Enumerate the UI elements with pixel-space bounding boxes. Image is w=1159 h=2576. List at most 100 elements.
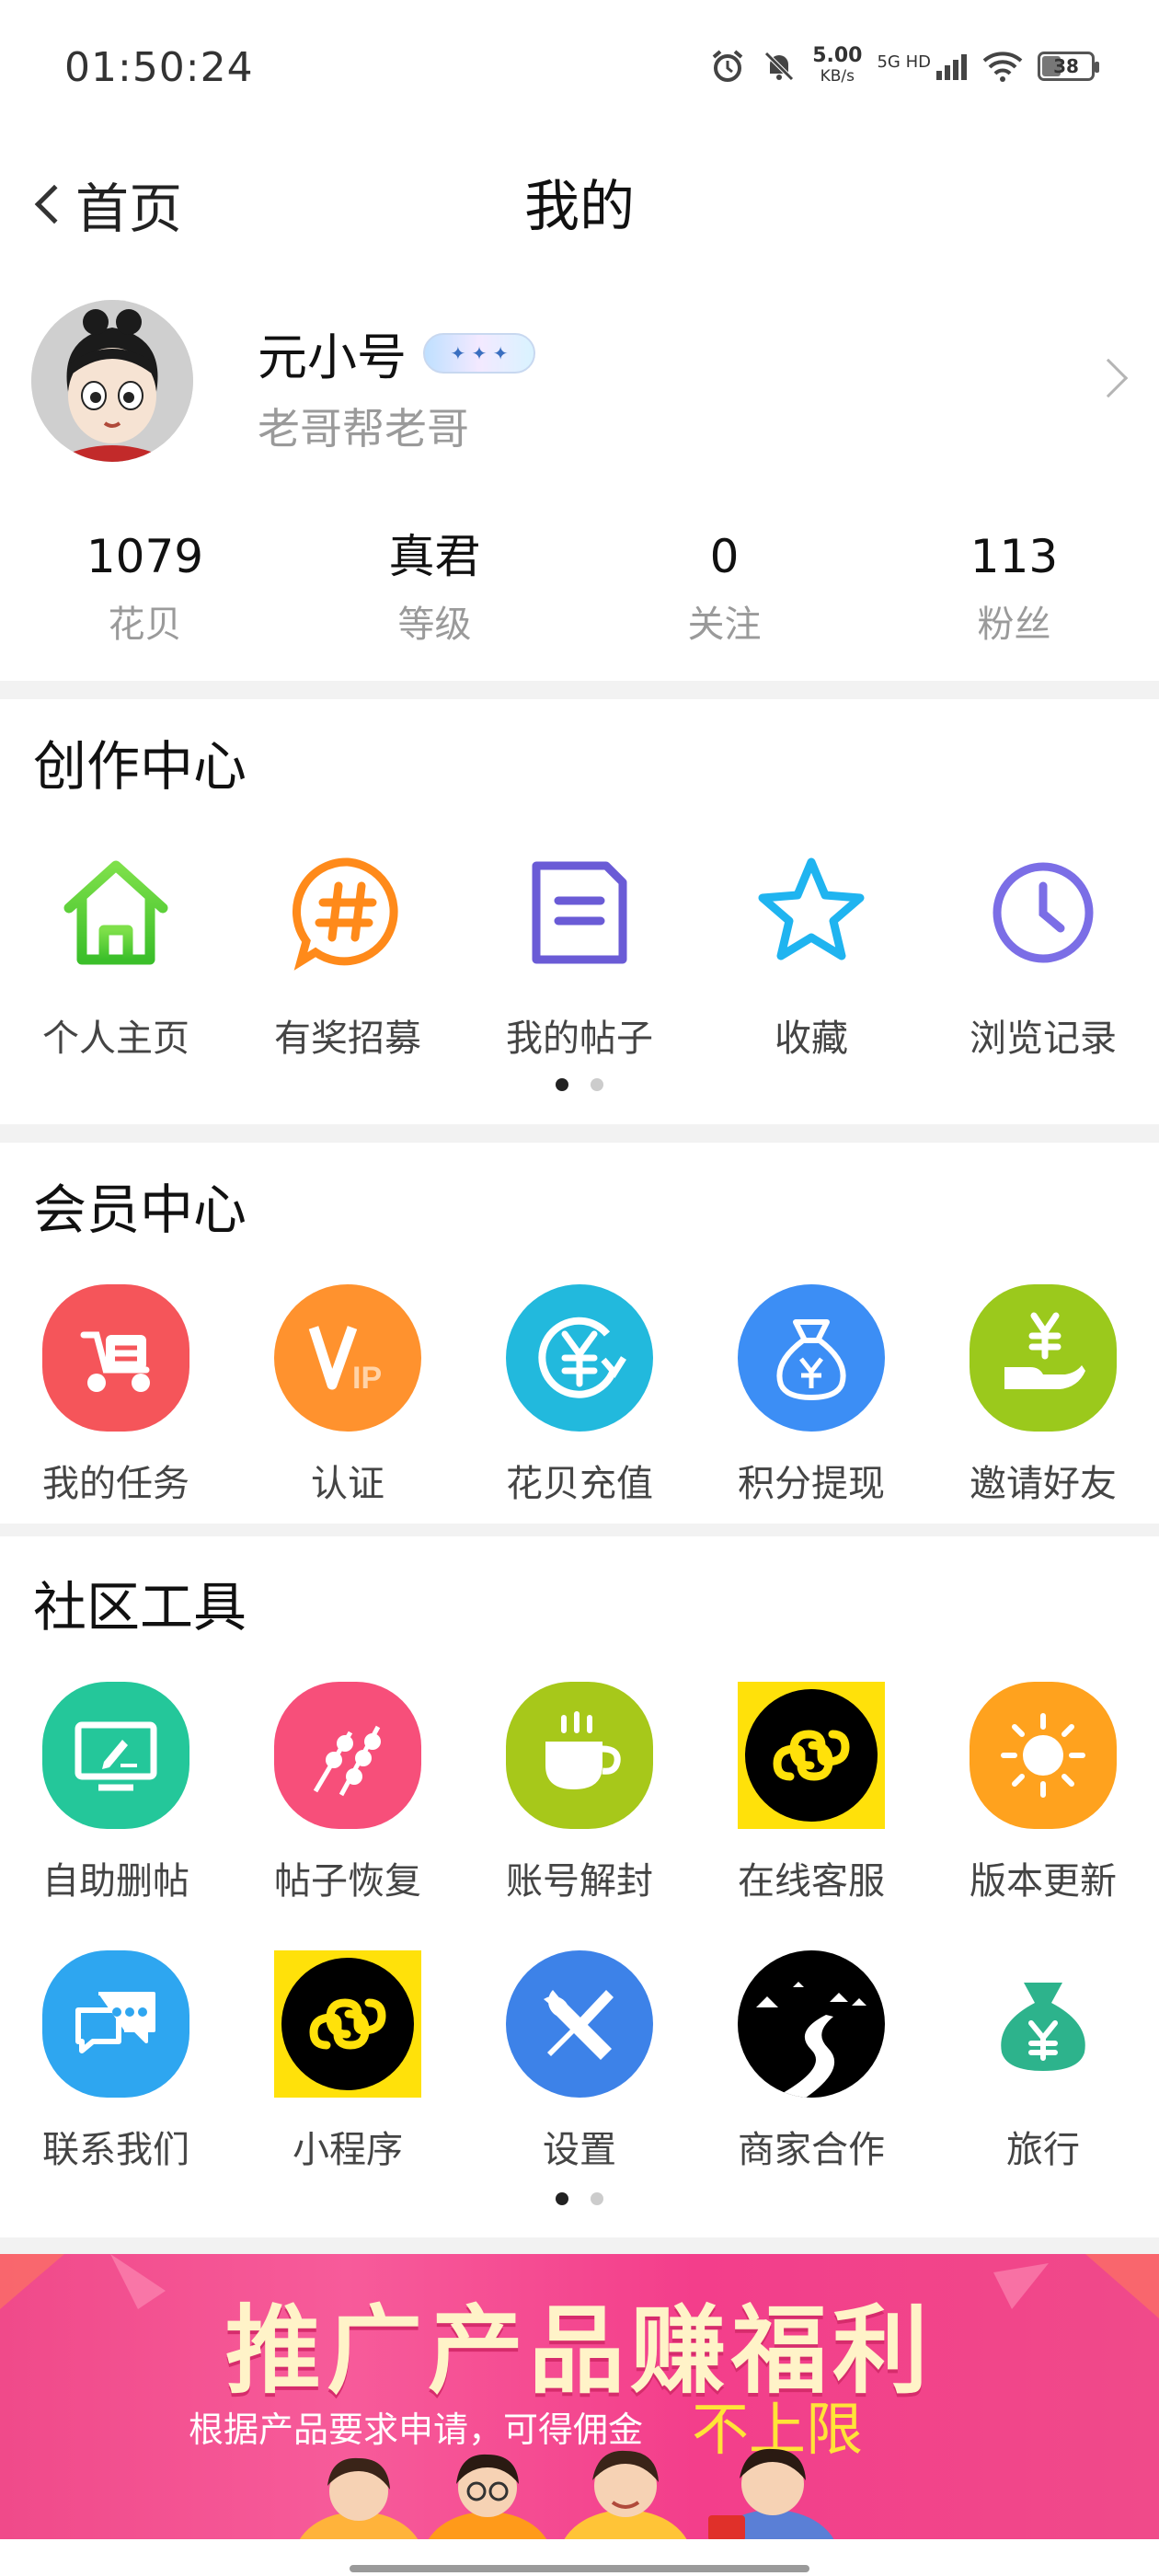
grid-item-label: 我的任务 (42, 1463, 189, 1505)
money-bag-icon (968, 1949, 1119, 2099)
grid-item-verify[interactable]: IP 认证 (232, 1282, 464, 1507)
chevron-right-icon (1088, 358, 1129, 398)
section-divider (0, 1524, 1159, 1536)
yuan-refresh-icon (506, 1284, 653, 1432)
grid-item-my-posts[interactable]: 我的帖子 (464, 837, 695, 1062)
grid-item-homepage[interactable]: 个人主页 (0, 837, 232, 1062)
stat-fans[interactable]: 113 粉丝 (869, 524, 1159, 653)
mini-program-icon (274, 1950, 421, 2098)
sun-icon (970, 1682, 1117, 1829)
wrench-screwdriver-icon (506, 1950, 653, 2098)
status-time: 01:50:24 (64, 44, 254, 91)
people-illustration (299, 2448, 834, 2539)
page-dot-active (556, 2192, 568, 2205)
section-divider (0, 1124, 1159, 1143)
grid-item-version-update[interactable]: 版本更新 (927, 1680, 1159, 1904)
nav-bar: 首页 我的 (0, 138, 1159, 258)
clock-icon (968, 837, 1119, 988)
section-title-member: 会员中心 (33, 1179, 247, 1241)
status-bar: 01:50:24 5.00 KB/s 5G HD 38 (0, 0, 1159, 138)
grid-item-invite[interactable]: 邀请好友 (927, 1282, 1159, 1507)
stat-label: 关注 (687, 604, 762, 646)
grid-item-recharge[interactable]: 花贝充值 (464, 1282, 695, 1507)
grid-item-withdraw[interactable]: 积分提现 (695, 1282, 927, 1507)
section-title-creation: 创作中心 (33, 735, 247, 798)
road-icon (738, 1950, 885, 2098)
stat-level[interactable]: 真君 等级 (290, 524, 580, 653)
star-icon (736, 837, 887, 988)
grid-item-label: 积分提现 (738, 1463, 885, 1505)
section-divider (0, 2237, 1159, 2254)
money-bag-icon (738, 1284, 885, 1432)
scooter-icon (42, 1284, 189, 1432)
grid-item-favorites[interactable]: 收藏 (695, 837, 927, 1062)
page-indicator (0, 1078, 1159, 1091)
grid-item-label: 小程序 (293, 2129, 403, 2171)
net-speed-value: 5.00 (812, 44, 863, 67)
network-label: 5G HD (877, 52, 931, 72)
page-dot (591, 2192, 603, 2205)
member-grid: 我的任务 IP 认证 花贝充值 积分提现 邀请好友 (0, 1282, 1159, 1507)
grid-item-customer-service[interactable]: 在线客服 (695, 1680, 927, 1904)
grid-item-label: 账号解封 (506, 1860, 653, 1903)
promo-banner[interactable]: 推广产品赚福利 根据产品要求申请，可得佣金 不上限 (0, 2254, 1159, 2539)
grid-item-contact-us[interactable]: 联系我们 (0, 1949, 232, 2173)
page-indicator (0, 2192, 1159, 2205)
grid-item-label: 版本更新 (970, 1860, 1117, 1903)
mute-bell-icon (764, 52, 794, 81)
grid-item-label: 认证 (311, 1463, 384, 1505)
home-icon (40, 837, 191, 988)
grid-item-label: 我的帖子 (506, 1018, 653, 1060)
stat-value: 真君 (388, 530, 481, 583)
grid-item-recruit[interactable]: 有奖招募 (232, 837, 464, 1062)
section-title-tools: 社区工具 (33, 1576, 247, 1639)
network-indicator: 5G HD (877, 52, 968, 80)
status-icons: 5.00 KB/s 5G HD 38 (709, 46, 1099, 86)
stats-row: 1079 花贝 真君 等级 0 关注 113 粉丝 (0, 524, 1159, 653)
grid-item-self-delete[interactable]: 自助删帖 (0, 1680, 232, 1904)
home-indicator[interactable] (350, 2565, 809, 2572)
screen-pen-icon (42, 1682, 189, 1829)
grid-item-label: 旅行 (1006, 2129, 1080, 2171)
grid-item-travel[interactable]: 旅行 (927, 1949, 1159, 2173)
avatar[interactable] (31, 300, 193, 462)
grid-item-history[interactable]: 浏览记录 (927, 837, 1159, 1062)
profile-header[interactable]: 元小号 ✦ ✦ ✦ 老哥帮老哥 (0, 294, 1159, 469)
grid-item-tasks[interactable]: 我的任务 (0, 1282, 232, 1507)
mini-program-icon (738, 1682, 885, 1829)
wifi-icon (982, 52, 1023, 82)
grid-item-post-restore[interactable]: 帖子恢复 (232, 1680, 464, 1904)
creation-grid: 个人主页 有奖招募 我的帖子 收藏 浏览记录 (0, 837, 1159, 1062)
grid-item-settings[interactable]: 设置 (464, 1949, 695, 2173)
grid-item-business[interactable]: 商家合作 (695, 1949, 927, 2173)
stat-following[interactable]: 0 关注 (580, 524, 869, 653)
grid-item-label: 设置 (543, 2129, 616, 2171)
vip-icon: IP (274, 1284, 421, 1432)
stat-flowers[interactable]: 1079 花贝 (0, 524, 290, 653)
grid-item-unban[interactable]: 账号解封 (464, 1680, 695, 1904)
signal-icon (936, 54, 967, 80)
profile-name: 元小号 (258, 328, 407, 386)
hand-yuan-icon (970, 1284, 1117, 1432)
grid-item-label: 浏览记录 (970, 1018, 1117, 1060)
net-speed: 5.00 KB/s (812, 46, 862, 86)
battery-icon: 38 (1038, 52, 1099, 81)
grid-item-label: 在线客服 (738, 1860, 885, 1903)
grid-item-label: 联系我们 (42, 2129, 189, 2171)
svg-text:IP: IP (352, 1361, 382, 1396)
banner-title: 推广产品赚福利 (224, 2294, 934, 2407)
stat-label: 粉丝 (977, 604, 1051, 646)
grid-item-label: 邀请好友 (970, 1463, 1117, 1505)
alarm-icon (712, 50, 743, 82)
document-icon (504, 837, 655, 988)
level-badge-icon: ✦ ✦ ✦ (423, 332, 535, 374)
tools-grid-row-2: 联系我们 小程序 设置 商家合作 旅行 (0, 1949, 1159, 2173)
grid-item-label: 有奖招募 (274, 1018, 421, 1060)
grid-item-mini-program[interactable]: 小程序 (232, 1949, 464, 2173)
net-speed-unit: KB/s (820, 67, 855, 86)
page-dot (591, 1078, 603, 1091)
stat-label: 花贝 (108, 604, 182, 646)
section-divider (0, 681, 1159, 699)
page-dot-active (556, 1078, 568, 1091)
cup-icon (506, 1682, 653, 1829)
